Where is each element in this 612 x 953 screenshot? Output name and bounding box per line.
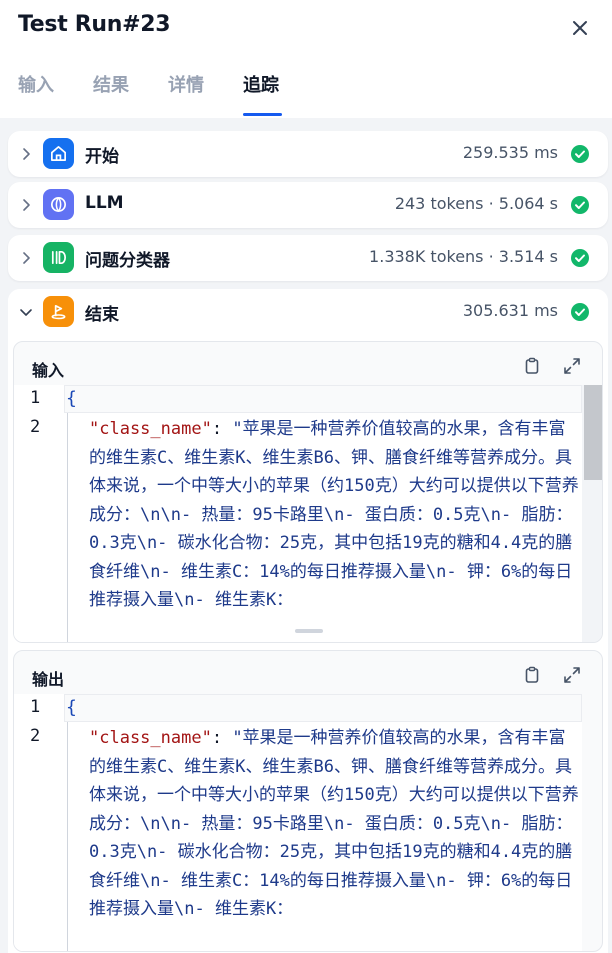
tab-tracing[interactable]: 追踪 — [243, 71, 279, 97]
check-circle-icon — [571, 249, 589, 267]
copy-icon[interactable] — [522, 356, 542, 376]
check-circle-icon — [571, 145, 589, 163]
line-number: 2 — [30, 417, 41, 437]
tab-result[interactable]: 结果 — [93, 71, 129, 97]
line-number: 2 — [30, 726, 41, 746]
node-meta: 1.338K tokens · 3.514 s — [369, 247, 558, 266]
node-label: 结束 — [85, 305, 119, 325]
json-separator: : — [211, 419, 233, 439]
classifier-icon — [43, 242, 74, 273]
indent-guide — [67, 722, 68, 951]
trace-node-end-card: 结束 305.631 ms 输入 1 2 { "class_name": "苹果… — [8, 289, 608, 953]
scrollbar-thumb[interactable] — [584, 385, 602, 480]
active-tab-indicator — [243, 113, 282, 116]
check-circle-icon — [571, 303, 589, 321]
scrollbar[interactable] — [582, 385, 602, 642]
header: Test Run#23 — [0, 0, 612, 56]
trace-node-question-classifier[interactable]: 问题分类器 1.338K tokens · 3.514 s — [8, 235, 608, 281]
chevron-right-icon[interactable] — [18, 250, 34, 266]
trace-node-llm[interactable]: LLM 243 tokens · 5.064 s — [8, 182, 608, 228]
trace-node-start[interactable]: 开始 259.535 ms — [8, 131, 608, 177]
resize-handle[interactable] — [295, 629, 323, 633]
json-value: "苹果是一种营养价值较高的水果，含有丰富的维生素C、维生素K、维生素B6、钾、膳… — [89, 419, 579, 610]
close-icon[interactable] — [568, 16, 592, 40]
input-panel: 输入 1 2 { "class_name": "苹果是一种营养价值较高的水果，含… — [13, 341, 603, 643]
code-editor[interactable]: 1 2 { "class_name": "苹果是一种营养价值较高的水果，含有丰富… — [14, 694, 582, 951]
llm-icon — [43, 189, 74, 220]
copy-icon[interactable] — [522, 665, 542, 685]
chevron-down-icon[interactable] — [18, 304, 34, 320]
expand-icon[interactable] — [562, 356, 582, 376]
tracing-panel: 开始 259.535 ms LLM 243 tokens · 5.064 s 问… — [0, 118, 612, 953]
node-meta: 305.631 ms — [462, 301, 558, 320]
json-value: "苹果是一种营养价值较高的水果，含有丰富的维生素C、维生素K、维生素B6、钾、膳… — [89, 728, 579, 919]
tab-detail[interactable]: 详情 — [168, 71, 204, 97]
node-meta: 243 tokens · 5.064 s — [394, 194, 558, 213]
json-separator: : — [211, 728, 233, 748]
node-label: 问题分类器 — [85, 251, 170, 271]
json-line-class-name: "class_name": "苹果是一种营养价值较高的水果，含有丰富的维生素C、… — [89, 415, 579, 615]
page-title: Test Run#23 — [18, 12, 171, 37]
json-open-brace: { — [66, 388, 77, 409]
line-gutter: 1 2 — [14, 694, 58, 951]
line-number: 1 — [30, 697, 41, 717]
node-label: LLM — [85, 193, 124, 213]
expand-icon[interactable] — [562, 665, 582, 685]
node-meta: 259.535 ms — [462, 143, 558, 162]
code-editor[interactable]: 1 2 { "class_name": "苹果是一种营养价值较高的水果，含有丰富… — [14, 385, 582, 642]
flag-icon — [43, 296, 74, 327]
panel-title: 输出 — [32, 670, 65, 689]
json-key: "class_name" — [89, 419, 212, 439]
json-line-class-name: "class_name": "苹果是一种营养价值较高的水果，含有丰富的维生素C、… — [89, 724, 579, 924]
chevron-right-icon[interactable] — [18, 146, 34, 162]
home-icon — [43, 138, 74, 169]
current-line-highlight — [64, 694, 582, 722]
json-key: "class_name" — [89, 728, 212, 748]
indent-guide — [67, 413, 68, 642]
line-gutter: 1 2 — [14, 385, 58, 642]
tab-bar: 输入 结果 详情 追踪 — [0, 66, 612, 118]
chevron-right-icon[interactable] — [18, 197, 34, 213]
panel-title: 输入 — [32, 361, 65, 380]
check-circle-icon — [571, 196, 589, 214]
current-line-highlight — [64, 385, 582, 413]
tab-input[interactable]: 输入 — [18, 71, 54, 97]
output-panel: 输出 1 2 { "class_name": "苹果是一种营养价值较高的水果，含… — [13, 650, 603, 952]
trace-node-end[interactable]: 结束 305.631 ms — [8, 289, 608, 335]
node-label: 开始 — [85, 147, 119, 167]
json-open-brace: { — [66, 697, 77, 718]
line-number: 1 — [30, 388, 41, 408]
